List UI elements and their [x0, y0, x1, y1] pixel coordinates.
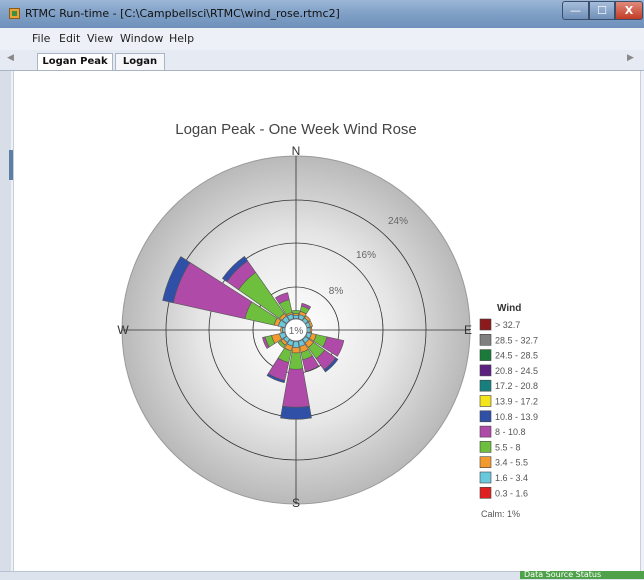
legend-swatch-4: [479, 379, 492, 392]
legend-label-0: > 32.7: [495, 320, 520, 330]
left-frame-edge: [0, 71, 11, 571]
chart-title: Logan Peak - One Week Wind Rose: [175, 121, 417, 138]
legend-label-3: 20.8 - 24.5: [495, 366, 538, 376]
sector-0-bin-1: [293, 314, 299, 319]
maximize-button[interactable]: ☐: [589, 1, 615, 20]
dir-label-s: S: [292, 496, 300, 510]
legend-swatch-2: [479, 349, 492, 361]
tab-logan-peak[interactable]: Logan Peak: [37, 53, 113, 70]
legend-label-2: 24.5 - 28.5: [495, 351, 538, 361]
data-source-status-label: Data Source Status: [524, 571, 602, 579]
menu-view[interactable]: View: [87, 32, 113, 45]
sector-8-bin-1: [292, 341, 300, 348]
legend-swatch-1: [479, 333, 492, 346]
legend-label-10: 1.6 - 3.4: [495, 473, 528, 483]
legend-title: Wind: [497, 303, 521, 314]
sector-0-bin-3: [292, 309, 300, 315]
window-title: RTMC Run-time - [C:\Campbellsci\RTMC\win…: [25, 7, 340, 20]
legend-label-8: 5.5 - 8: [495, 442, 521, 452]
close-button[interactable]: X: [615, 1, 643, 20]
menu-window[interactable]: Window: [120, 32, 163, 45]
legend-swatch-5: [479, 395, 492, 407]
data-source-status-panel[interactable]: Data Source Status: [520, 571, 644, 579]
legend-swatch-8: [479, 441, 492, 453]
tab-logan[interactable]: Logan: [115, 53, 165, 70]
center-label: 1%: [289, 326, 304, 337]
legend-swatch-0: [479, 318, 492, 331]
legend-label-9: 3.4 - 5.5: [495, 458, 528, 468]
legend-label-5: 13.9 - 17.2: [495, 397, 538, 407]
tab-strip: ◀ Logan Peak Logan ▶: [0, 50, 644, 71]
legend-label-11: 0.3 - 1.6: [495, 488, 528, 498]
menu-edit[interactable]: Edit: [59, 32, 80, 45]
legend: > 32.7 28.5 - 32.7 24.5 - 28.5 20.8 - 24.5 1…: [479, 318, 538, 499]
dir-label-e: E: [464, 323, 472, 337]
wind-rose-chart: Logan Peak - One Week Wind Rose 1% 8% 16…: [117, 121, 538, 519]
tab-scroll-left-icon[interactable]: ◀: [7, 53, 14, 63]
legend-swatch-6: [479, 410, 492, 423]
app-window: RTMC Run-time - [C:\Campbellsci\RTMC\win…: [0, 0, 644, 580]
menu-file[interactable]: File: [32, 32, 50, 45]
rtmc-app-icon: [9, 8, 20, 19]
calm-label: Calm: 1%: [481, 509, 520, 519]
legend-swatch-7: [479, 425, 492, 438]
ring-label-24: 24%: [388, 216, 408, 227]
dir-label-n: N: [292, 144, 301, 158]
ring-label-16: 16%: [356, 250, 376, 261]
sector-12-bin-2: [280, 326, 283, 334]
tab-scroll-right-icon[interactable]: ▶: [627, 53, 634, 63]
legend-swatch-9: [479, 456, 492, 469]
sector-8-bin-5: [280, 405, 312, 420]
minimize-button[interactable]: —: [562, 1, 589, 20]
sector-4-bin-2: [309, 326, 313, 334]
menu-help[interactable]: Help: [169, 32, 194, 45]
sector-8-bin-2: [291, 346, 301, 354]
menu-bar: File Edit View Window Help: [0, 28, 644, 51]
legend-label-6: 10.8 - 13.9: [495, 412, 538, 422]
title-bar[interactable]: RTMC Run-time - [C:\Campbellsci\RTMC\win…: [0, 0, 644, 29]
ring-label-8: 8%: [329, 286, 344, 297]
legend-label-4: 17.2 - 20.8: [495, 381, 538, 391]
legend-label-1: 28.5 - 32.7: [495, 335, 538, 345]
legend-swatch-10: [479, 471, 492, 484]
legend-swatch-11: [479, 486, 492, 499]
legend-swatch-3: [479, 364, 492, 377]
dir-label-w: W: [117, 323, 129, 337]
legend-label-7: 8 - 10.8: [495, 427, 526, 437]
